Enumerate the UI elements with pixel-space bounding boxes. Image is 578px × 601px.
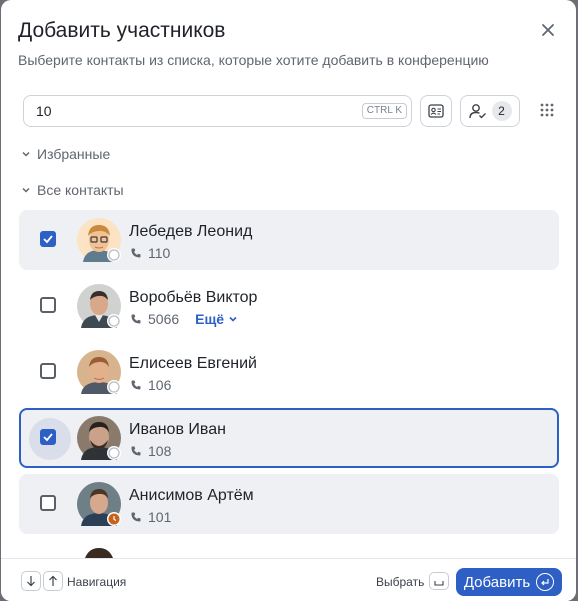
contact-name: Анисимов Артём	[129, 487, 254, 504]
select-hint: Выбрать	[376, 575, 425, 589]
space-bar-icon	[434, 581, 444, 586]
add-button-label: Добавить	[463, 573, 531, 591]
add-button[interactable]: Добавить	[456, 568, 562, 596]
search-input[interactable]	[36, 96, 356, 126]
search-field[interactable]: CTRL K	[23, 95, 412, 127]
selected-count-badge: 2	[491, 101, 512, 121]
add-participants-dialog: Добавить участников Выберите контакты из…	[1, 0, 576, 601]
dialog-footer: Навигация Выбрать Добавить	[1, 558, 576, 601]
status-indicator	[107, 380, 121, 394]
nav-down-key[interactable]	[21, 571, 41, 591]
offline-status-icon	[108, 381, 120, 393]
more-numbers-label: Ещё	[195, 311, 225, 327]
arrow-up-icon	[49, 575, 57, 586]
enter-key-icon	[536, 573, 555, 591]
dialog-subtitle: Выберите контакты из списка, которые хот…	[18, 52, 489, 68]
phone-icon	[131, 446, 141, 456]
contact-row[interactable]: Елисеев Евгений 106	[19, 342, 559, 402]
contact-name: Воробьёв Виктор	[129, 289, 258, 306]
grid-dots-icon	[540, 103, 554, 117]
check-icon	[43, 433, 53, 442]
all-contacts-group-label: Все контакты	[37, 182, 124, 198]
offline-status-icon	[108, 315, 120, 327]
chevron-down-icon	[229, 316, 237, 322]
close-icon	[542, 24, 554, 36]
search-shortcut: CTRL K	[361, 103, 407, 119]
status-indicator	[107, 512, 121, 526]
selected-participants-button[interactable]: 2	[460, 95, 520, 127]
favorites-group-label: Избранные	[37, 146, 111, 162]
status-indicator	[107, 446, 121, 460]
contact-checkbox[interactable]	[40, 495, 56, 511]
contact-name: Лебедев Леонид	[129, 223, 253, 240]
user-check-icon	[468, 104, 486, 119]
contact-card-icon	[428, 104, 444, 118]
phone-icon	[131, 512, 141, 522]
more-numbers-link[interactable]: Ещё	[195, 311, 238, 327]
contact-checkbox[interactable]	[40, 231, 56, 247]
offline-status-icon	[108, 249, 120, 261]
chevron-down-icon	[22, 187, 30, 193]
away-clock-icon	[108, 513, 120, 525]
contact-phone: 110	[130, 245, 170, 261]
arrow-down-icon	[27, 576, 35, 587]
avatar	[85, 548, 113, 558]
contact-phone: 106	[130, 377, 171, 393]
contact-phone-number: 110	[148, 245, 171, 261]
navigation-hint: Навигация	[67, 575, 127, 589]
contact-card-button[interactable]	[420, 95, 452, 127]
contact-phone-number: 101	[148, 509, 172, 525]
contact-row[interactable]: Лебедев Леонид 110	[19, 210, 559, 270]
contact-phone: 5066 Ещё	[130, 311, 238, 327]
space-key	[429, 572, 449, 590]
offline-status-icon	[108, 447, 120, 459]
contact-checkbox[interactable]	[40, 297, 56, 313]
contact-phone: 108	[130, 443, 171, 459]
contact-row[interactable]: Иванов Иван 108	[19, 408, 559, 468]
nav-up-key[interactable]	[43, 571, 63, 591]
phone-icon	[131, 314, 141, 324]
favorites-group-toggle[interactable]: Избранные	[21, 146, 110, 162]
contact-name: Иванов Иван	[129, 421, 226, 438]
contact-name: Елисеев Евгений	[129, 355, 257, 372]
contact-checkbox[interactable]	[40, 429, 56, 445]
contact-phone-number: 5066	[148, 311, 180, 327]
phone-icon	[131, 248, 141, 258]
contact-phone-number: 106	[148, 377, 172, 393]
phone-icon	[131, 380, 141, 390]
apps-grid-button[interactable]	[537, 101, 557, 121]
check-icon	[43, 235, 53, 244]
contact-row[interactable]: Анисимов Артём 101	[19, 474, 559, 534]
dialog-title: Добавить участников	[18, 19, 226, 42]
contact-phone-number: 108	[148, 443, 172, 459]
contact-checkbox[interactable]	[40, 363, 56, 379]
status-indicator	[107, 314, 121, 328]
contact-row[interactable]: Воробьёв Виктор 5066 Ещё	[19, 276, 559, 336]
all-contacts-group-toggle[interactable]: Все контакты	[21, 182, 124, 198]
status-indicator	[107, 248, 121, 262]
close-button[interactable]	[537, 19, 559, 41]
contact-phone: 101	[130, 509, 171, 525]
chevron-down-icon	[22, 151, 30, 157]
